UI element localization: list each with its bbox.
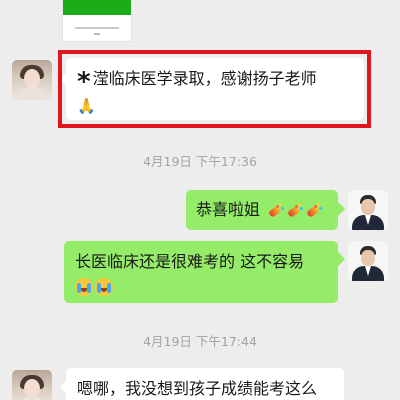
crying-face-emoji xyxy=(75,277,93,296)
avatar-teacher[interactable] xyxy=(348,241,388,281)
avatar-teacher[interactable] xyxy=(348,190,388,230)
image-card-dot xyxy=(94,33,100,35)
message-bubble-sent[interactable]: 长医临床还是很难考的 这不容易 xyxy=(64,241,338,303)
avatar-parent[interactable] xyxy=(12,370,52,400)
firecracker-emoji xyxy=(286,202,304,219)
avatar-parent[interactable] xyxy=(12,60,52,100)
crying-face-emoji xyxy=(95,277,113,296)
timestamp: 4月19日 下午17:36 xyxy=(143,154,257,169)
message-bubble-sent[interactable]: 恭喜啦姐 xyxy=(186,190,338,230)
firecracker-emoji xyxy=(267,202,285,219)
image-card-header xyxy=(63,0,131,15)
message-text: 恭喜啦姐 xyxy=(196,200,261,219)
timestamp: 4月19日 下午17:44 xyxy=(143,334,257,349)
image-card-line xyxy=(75,27,119,29)
shared-image-card[interactable] xyxy=(62,0,132,42)
firecracker-emoji xyxy=(305,202,323,219)
message-bubble-received[interactable]: 嗯哪，我没想到孩子成绩能考这么 xyxy=(66,368,344,400)
message-text: 嗯哪，我没想到孩子成绩能考这么 xyxy=(77,379,318,398)
highlight-box xyxy=(58,50,371,128)
message-text: 长医临床还是很难考的 这不容易 xyxy=(75,252,305,271)
